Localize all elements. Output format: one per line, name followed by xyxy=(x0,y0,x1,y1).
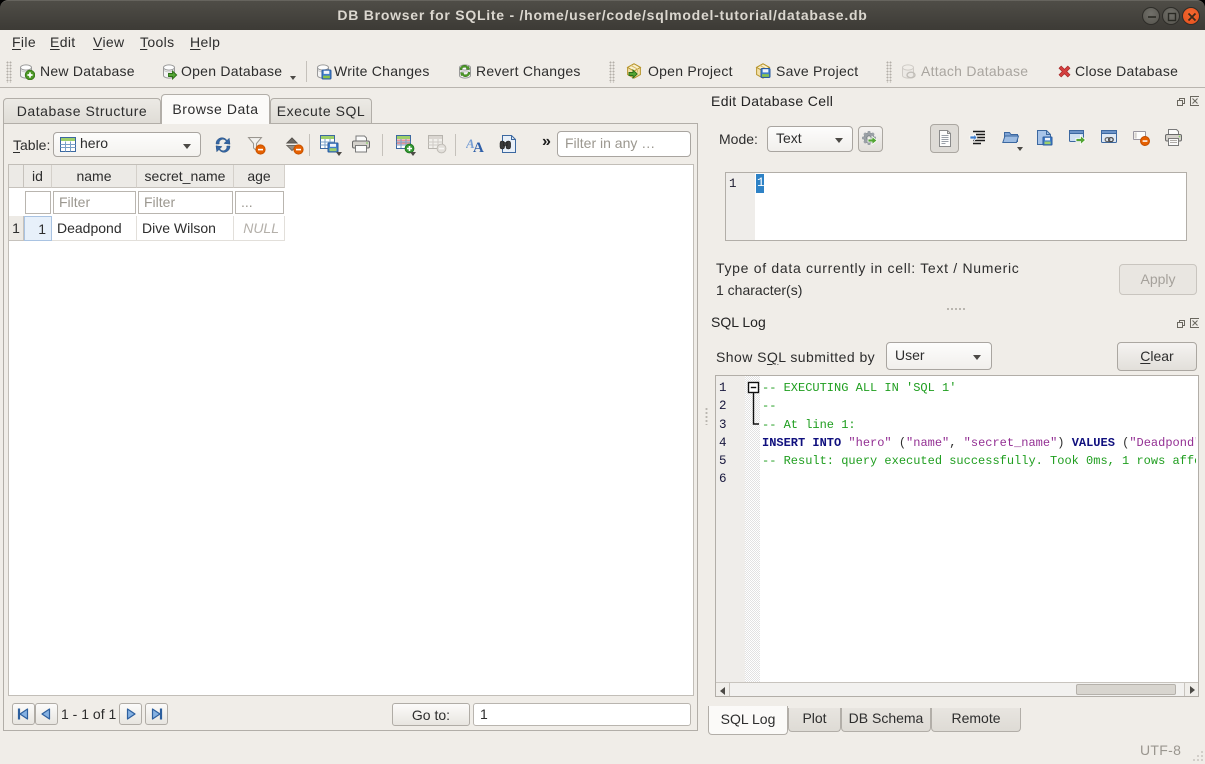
svg-text:A: A xyxy=(473,140,484,154)
